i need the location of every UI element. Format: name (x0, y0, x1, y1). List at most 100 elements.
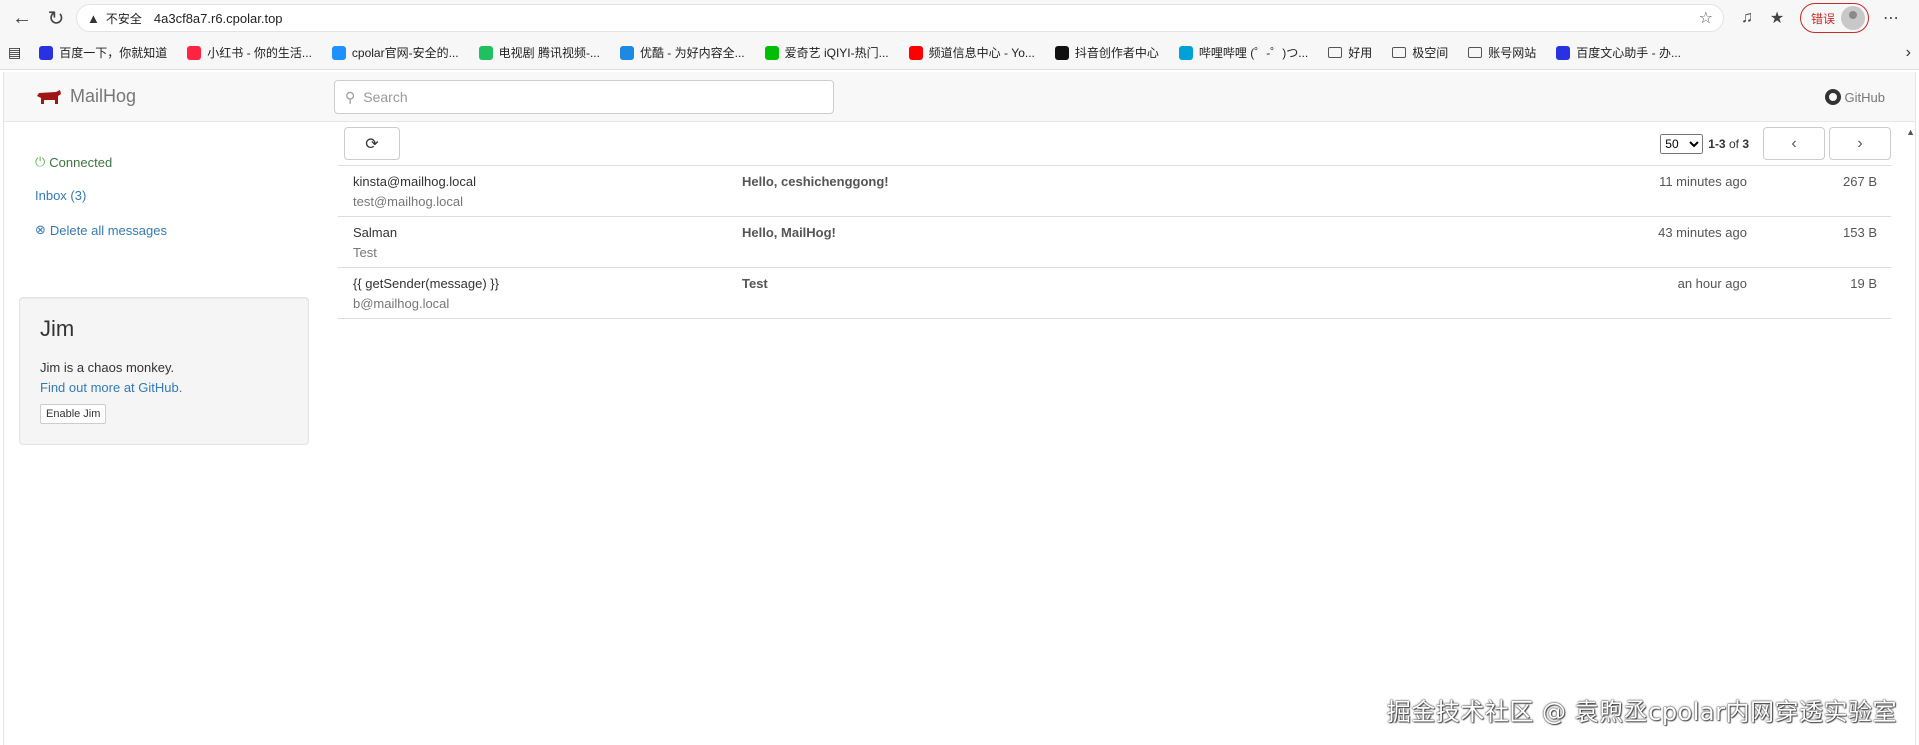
message-to: test@mailhog.local (353, 194, 464, 209)
refresh-icon: ⟳ (365, 135, 379, 153)
avatar (1841, 6, 1865, 30)
power-icon: ⏻ (35, 154, 46, 169)
github-icon (1824, 89, 1841, 105)
favicon-icon (1178, 45, 1193, 60)
media-icon[interactable]: ♫ (1732, 9, 1762, 27)
profile-error-button[interactable]: 错误 (1799, 3, 1869, 33)
bookmark-item[interactable]: 百度文心助手 - 办... (1556, 44, 1681, 61)
next-page-button[interactable]: › (1829, 127, 1891, 160)
reload-icon[interactable]: ↻ (42, 4, 70, 32)
tab-list-icon[interactable]: ▤ (8, 44, 21, 61)
enable-jim-button[interactable]: Enable Jim (40, 404, 107, 424)
browser-toolbar: ← ↻ ▲ 不安全 4a3cf8a7.r6.cpolar.top ☆ ♫ ★ 错… (0, 0, 1919, 36)
chevron-right-icon: › (1857, 134, 1863, 152)
bookmark-label: 抖音创作者中心 (1074, 46, 1159, 60)
folder-icon (1392, 47, 1407, 58)
scroll-up-icon[interactable]: ▲ (1906, 127, 1915, 137)
folder-icon (1468, 47, 1483, 58)
message-subject: Test (742, 276, 768, 291)
bookmark-item[interactable]: 爱奇艺 iQIYI-热门... (764, 44, 889, 61)
navbar: MailHog ⚲ GitHub (4, 72, 1915, 122)
bookmark-item[interactable]: 小红书 - 你的生活... (187, 44, 312, 61)
page-range: 1-3 of 3 (1708, 136, 1749, 151)
message-size: 267 B (1843, 174, 1877, 189)
messages: kinsta@mailhog.local test@mailhog.local He… (338, 166, 1891, 319)
jim-title: Jim (40, 316, 75, 341)
bookmark-label: 好用 (1348, 46, 1373, 60)
favicon-icon (478, 45, 493, 60)
bookmark-label: 百度文心助手 - 办... (1576, 46, 1681, 60)
message-row[interactable]: Salman Test Hello, MailHog! 43 minutes ago 1… (338, 217, 1891, 268)
search-box[interactable]: ⚲ (334, 80, 834, 114)
message-row[interactable]: kinsta@mailhog.local test@mailhog.local He… (338, 166, 1891, 217)
inbox-label: Inbox (3) (35, 188, 87, 203)
insecure-label: 不安全 (105, 11, 142, 26)
bookmark-label: 百度一下，你就知道 (59, 46, 168, 60)
message-size: 19 B (1850, 276, 1877, 291)
refresh-button[interactable]: ⟳ (344, 127, 400, 160)
bookmark-item[interactable]: 极空间 (1392, 44, 1448, 61)
jim-panel: Jim Jim is a chaos monkey. Find out more… (19, 297, 309, 445)
bookmark-item[interactable]: 电视剧 腾讯视频-... (478, 44, 600, 61)
mailhog-page: MailHog ⚲ GitHub ⏻ Connected Inbox (3) ⊗… (3, 72, 1916, 745)
favicon-icon (39, 45, 54, 60)
message-from: kinsta@mailhog.local (353, 174, 477, 189)
message-list-panel: ⟳ 102550100250 1-3 of 3 ‹ › kinsta@mailh… (338, 122, 1891, 319)
github-link[interactable]: GitHub (1824, 89, 1885, 105)
bookmark-item[interactable]: 哔哩哔哩 (゜-゜)つ... (1178, 44, 1309, 61)
favicon-icon (619, 45, 634, 60)
bookmark-item[interactable]: 好用 (1328, 44, 1372, 61)
message-size: 153 B (1843, 225, 1877, 240)
message-to: b@mailhog.local (353, 296, 450, 311)
bookmark-item[interactable]: 百度一下，你就知道 (39, 44, 167, 61)
message-subject: Hello, ceshichenggong! (742, 174, 889, 189)
favorites-icon[interactable]: ★ (1762, 8, 1792, 28)
favicon-icon (187, 45, 202, 60)
delete-all-label: Delete all messages (49, 222, 167, 238)
bookmark-label: 爱奇艺 iQIYI-热门... (784, 46, 889, 60)
connected-status: ⏻ Connected (35, 154, 112, 170)
delete-all-button[interactable]: ⊗ Delete all messages (35, 222, 167, 238)
bookmark-label: 极空间 (1412, 46, 1449, 60)
message-from: Salman (353, 225, 398, 240)
bookmarks-bar: ▤ 百度一下，你就知道 小红书 - 你的生活... cpolar官网-安全的... 电… (0, 36, 1919, 70)
url-text[interactable]: 4a3cf8a7.r6.cpolar.top (154, 11, 283, 26)
address-bar[interactable]: ▲ 不安全 4a3cf8a7.r6.cpolar.top ☆ (76, 4, 1724, 32)
mailhog-logo-icon (37, 89, 61, 104)
favicon-icon (1556, 45, 1571, 60)
brand-link[interactable]: MailHog (36, 86, 136, 107)
bookmark-star-icon[interactable]: ☆ (1699, 8, 1713, 28)
search-icon: ⚲ (345, 88, 356, 105)
bookmark-item[interactable]: 账号网站 (1468, 44, 1536, 61)
github-label: GitHub (1844, 89, 1885, 105)
message-to: Test (353, 245, 377, 260)
message-time: 11 minutes ago (1659, 174, 1747, 189)
favicon-icon (764, 45, 779, 60)
sidebar-item-inbox[interactable]: Inbox (3) (35, 188, 86, 203)
chevron-right-icon[interactable]: › (1906, 44, 1911, 62)
search-input[interactable] (363, 89, 804, 105)
more-menu-icon[interactable]: ⋯ (1877, 4, 1905, 32)
back-icon[interactable]: ← (8, 4, 36, 32)
bookmark-item[interactable]: 频道信息中心 - Yo... (908, 44, 1035, 61)
bookmark-item[interactable]: cpolar官网-安全的... (331, 44, 459, 61)
jim-description: Jim is a chaos monkey. (40, 360, 175, 375)
message-subject: Hello, MailHog! (742, 225, 836, 240)
watermark: 掘金技术社区 @ 袁煦丞cpolar内网穿透实验室 (1386, 698, 1897, 726)
bookmark-item[interactable]: 抖音创作者中心 (1054, 44, 1159, 61)
favicon-icon (331, 45, 346, 60)
jim-github-link[interactable]: Find out more at GitHub. (40, 380, 182, 395)
remove-circle-icon: ⊗ (35, 222, 46, 237)
page-size-select[interactable]: 102550100250 (1660, 133, 1704, 154)
prev-page-button[interactable]: ‹ (1763, 127, 1825, 160)
bookmark-label: 电视剧 腾讯视频-... (498, 46, 600, 60)
chevron-left-icon: ‹ (1791, 134, 1797, 152)
connected-label: Connected (49, 154, 113, 170)
folder-icon (1328, 47, 1343, 58)
brand-text: MailHog (70, 86, 137, 106)
bookmark-label: 哔哩哔哩 (゜-゜)つ... (1198, 46, 1309, 60)
bookmark-label: 账号网站 (1488, 46, 1537, 60)
bookmark-item[interactable]: 优酷 - 为好内容全... (619, 44, 745, 61)
message-row[interactable]: {{ getSender(message) }} b@mailhog.local T… (338, 268, 1891, 319)
bookmark-label: cpolar官网-安全的... (351, 46, 459, 60)
